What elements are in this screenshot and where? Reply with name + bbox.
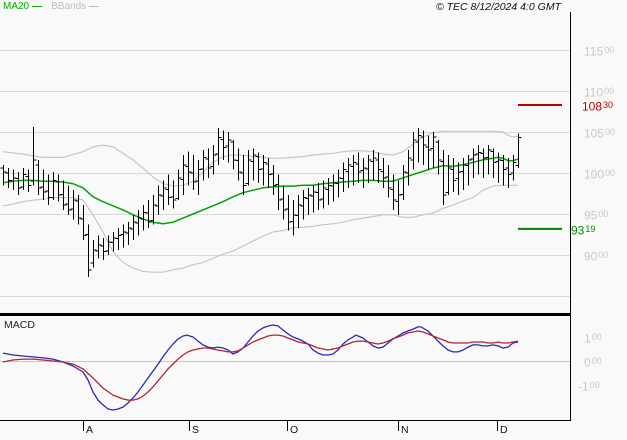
price-axis-label-main: 90 [584,249,598,264]
chart-window: MA20— BBands — © TEC 8/12/2024 4:0 GMT MA… [0,0,627,440]
legend-dash-bbands: — [89,1,100,12]
resistance-level-label-small: 30 [603,99,614,110]
panel-separator [0,313,570,316]
macd-axis-label-small: 00 [589,380,600,390]
resistance-level-label: 10830 [582,98,614,114]
price-axis-label-small: 00 [604,45,615,55]
x-axis-month-label: A [86,424,94,436]
macd-axis-label: -100 [578,378,600,394]
indicator-legend: MA20— BBands — [3,1,99,12]
price-axis-label: 11500 [584,43,614,59]
macd-axis-label-small: 00 [591,356,602,366]
ma20-line [2,156,519,225]
support-level-label: 9319 [571,222,596,238]
macd-axis-label-main: 0 [584,355,591,370]
support-level-label-main: 93 [571,223,585,238]
legend-dash-ma20: — [32,1,43,12]
support-level-label-small: 19 [585,223,596,234]
ohlc-bars [0,127,522,278]
macd-axis-label: 000 [584,354,602,370]
chart-canvas [0,12,571,431]
price-axis-label-small: 00 [598,209,609,219]
macd-signal-line [2,330,519,401]
price-axis-label: 9500 [584,207,608,223]
copyright-text: © TEC 8/12/2024 4:0 GMT [435,1,561,13]
price-axis-label-small: 00 [605,127,616,137]
x-axis-month-label: O [290,424,299,436]
price-axis-label-main: 105 [584,126,605,141]
price-axis-label-small: 00 [604,86,615,96]
price-axis-label-small: 00 [605,168,616,178]
price-axis-label-small: 00 [598,250,609,260]
legend-item-ma20: MA20— [3,1,42,12]
macd-axis-label-main: -1 [578,379,589,394]
resistance-level-label-main: 108 [582,99,603,114]
price-axis-label: 10500 [584,125,615,141]
macd-axis-label-small: 00 [591,332,602,342]
macd-axis-label-main: 1 [584,331,591,346]
price-axis-label-main: 95 [584,208,598,223]
price-axis-label-main: 115 [584,44,604,59]
macd-panel-label: MACD [4,319,35,331]
legend-label-bbands: BBands [51,1,87,12]
macd-axis-label: 100 [584,330,602,346]
legend-item-bbands: BBands — [51,1,99,12]
price-axis-label: 10000 [584,166,615,182]
bollinger-upper-band-line [2,130,519,187]
x-axis-month-label: S [192,424,200,436]
price-axis-label-main: 100 [584,167,605,182]
legend-label-ma20: MA20 [3,1,30,12]
price-axis-label: 9000 [584,248,608,264]
x-axis-month-label: D [500,424,508,436]
bollinger-lower-band-line [2,184,518,273]
x-axis-month-label: N [401,424,409,436]
